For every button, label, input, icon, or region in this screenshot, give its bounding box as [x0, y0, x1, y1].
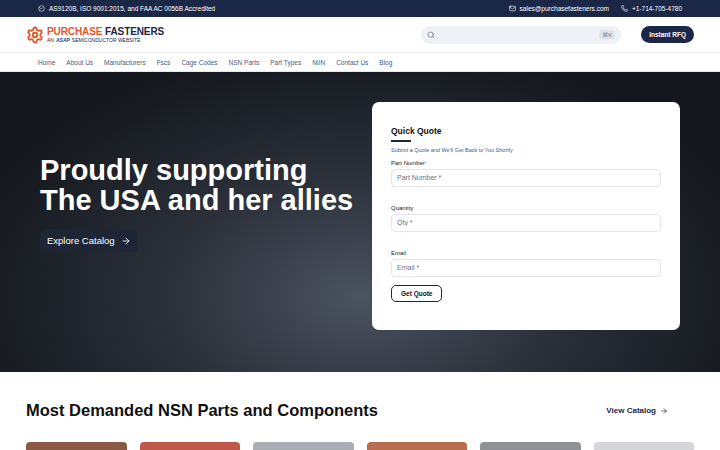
search-icon — [427, 31, 435, 39]
logo[interactable]: PURCHASE FASTENERSANASAPSEMICONDUCTOR WE… — [26, 26, 164, 44]
mail-icon — [509, 5, 516, 12]
field-label: Part Number — [391, 160, 661, 166]
email-link[interactable]: sales@purchasefasteners.com — [509, 5, 609, 12]
nav-item[interactable]: Fscs — [157, 59, 171, 66]
card-subtitle: Submit a Quote and We'll Get Back to You… — [391, 147, 661, 153]
quick-quote-card: Quick Quote Submit a Quote and We'll Get … — [372, 102, 680, 330]
field-label: Quantity — [391, 205, 661, 211]
explore-button[interactable]: Explore Catalog — [40, 229, 138, 252]
text-input[interactable] — [391, 259, 661, 277]
product-card[interactable] — [367, 442, 468, 450]
rfq-button[interactable]: Instant RFQ — [641, 26, 694, 43]
arrow-right-icon — [660, 407, 668, 415]
text-input[interactable] — [391, 214, 661, 232]
search-box[interactable]: ⌘K — [421, 26, 621, 44]
nav-item[interactable]: Contact Us — [336, 59, 368, 66]
phone-icon — [621, 5, 628, 12]
nav-bar: Home About Us Manufacturers Fscs Cage Codes N… — [0, 52, 720, 72]
header: PURCHASE FASTENERSANASAPSEMICONDUCTOR WE… — [0, 17, 720, 52]
nav-item[interactable]: Cage Codes — [181, 59, 217, 66]
nav-item[interactable]: NSN Parts — [229, 59, 260, 66]
nav-item[interactable]: About Us — [66, 59, 93, 66]
product-card[interactable] — [480, 442, 581, 450]
top-bar: AS9120B, ISO 9001:2015, and FAA AC 0056B… — [0, 0, 720, 17]
nav-item[interactable]: Manufacturers — [104, 59, 146, 66]
hero-heading: Proudly supporting The USA and her allie… — [40, 155, 360, 215]
form-field: Quantity — [391, 205, 661, 232]
nav-item[interactable]: Home — [38, 59, 55, 66]
card-title: Quick Quote — [391, 126, 661, 136]
nav-item[interactable]: Part Types — [270, 59, 301, 66]
phone-link[interactable]: +1-714-705-4780 — [621, 5, 682, 12]
text-input[interactable] — [391, 169, 661, 187]
gear-icon — [26, 26, 44, 44]
shortcut-badge: ⌘K — [599, 30, 615, 39]
product-card[interactable] — [140, 442, 241, 450]
product-card[interactable] — [253, 442, 354, 450]
form-field: Part Number — [391, 160, 661, 187]
title-underline — [391, 140, 411, 142]
product-card[interactable] — [594, 442, 695, 450]
field-label: Email — [391, 250, 661, 256]
nav-item[interactable]: Blog — [379, 59, 392, 66]
badge-icon — [38, 5, 45, 12]
page: AS9120B, ISO 9001:2015, and FAA AC 0056B… — [0, 0, 720, 450]
nav-item[interactable]: NIIN — [312, 59, 325, 66]
view-catalog-link[interactable]: View Catalog — [606, 406, 668, 415]
product-card[interactable] — [26, 442, 127, 450]
parts-section: Most Demanded NSN Parts and Components Vi… — [0, 372, 720, 450]
section-title: Most Demanded NSN Parts and Components — [26, 401, 378, 420]
get-quote-button[interactable]: Get Quote — [391, 285, 442, 302]
hero-image: Proudly supporting The USA and her allie… — [0, 72, 720, 372]
arrow-right-icon — [121, 236, 131, 246]
form-field: Email — [391, 250, 661, 277]
accreditation: AS9120B, ISO 9001:2015, and FAA AC 0056B… — [38, 5, 215, 12]
